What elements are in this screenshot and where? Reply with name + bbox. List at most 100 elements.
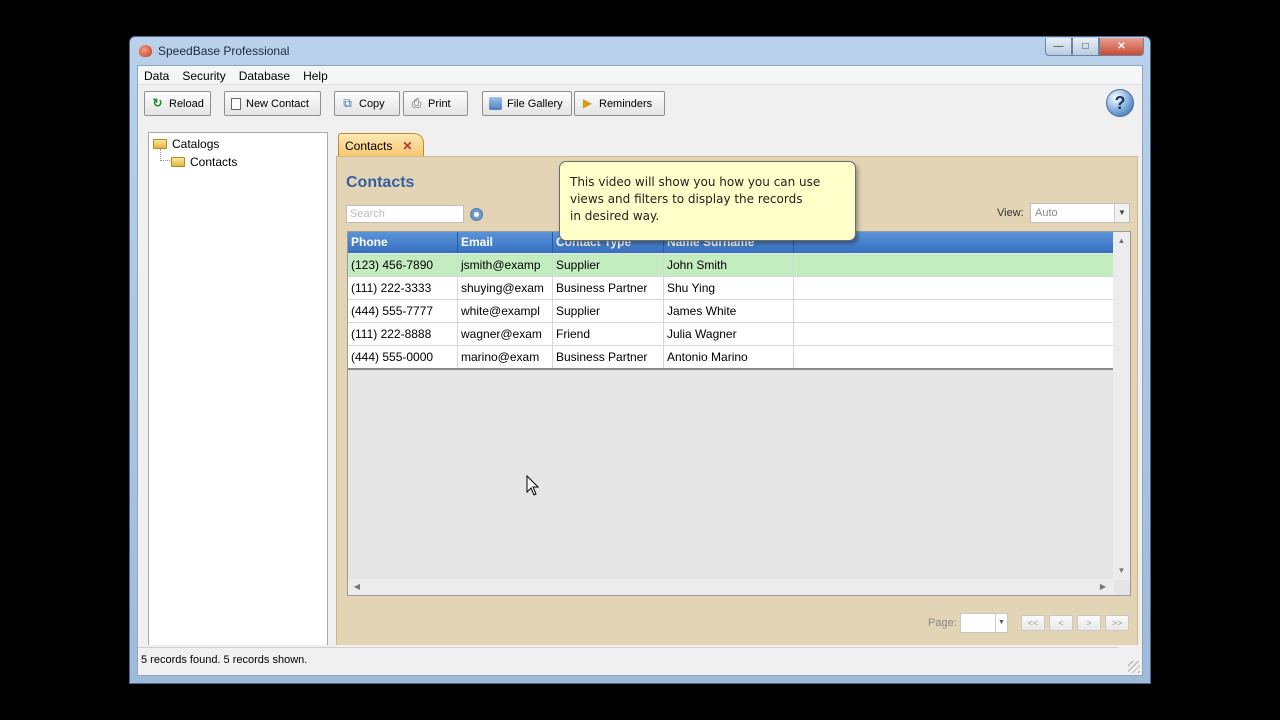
reminder-tag-icon: ▶ (582, 96, 593, 110)
cell-phone: (444) 555-7777 (348, 300, 458, 322)
tutorial-tooltip: This video will show you how you can use… (559, 161, 856, 241)
panel-title: Contacts (346, 174, 415, 191)
status-divider (138, 647, 1118, 648)
table-row[interactable]: (444) 555-7777 white@exampl Supplier Jam… (348, 300, 1114, 323)
minimize-button[interactable]: — (1045, 38, 1072, 56)
last-page-button[interactable]: >> (1105, 615, 1129, 631)
cell-email: shuying@exam (458, 277, 553, 299)
table-row[interactable]: (111) 222-3333 shuying@exam Business Par… (348, 277, 1114, 300)
cell-name: Antonio Marino (664, 346, 794, 368)
mouse-cursor-icon (526, 475, 540, 496)
column-header-phone[interactable]: Phone (348, 232, 458, 253)
copy-icon: ⧉ (343, 96, 352, 110)
tab-contacts[interactable]: Contacts ✕ (338, 133, 424, 158)
tooltip-line: in desired way. (570, 209, 660, 223)
cell-filler (794, 277, 1114, 299)
table-row[interactable]: (123) 456-7890 jsmith@examp Supplier Joh… (348, 254, 1114, 277)
folder-icon (153, 139, 167, 149)
cell-email: marino@exam (458, 346, 553, 368)
first-page-button[interactable]: << (1021, 615, 1045, 631)
contacts-grid: Phone Email Contact Type Name Surname (1… (347, 231, 1131, 596)
chevron-down-icon[interactable]: ▼ (995, 614, 1007, 632)
copy-button[interactable]: ⧉ Copy (334, 91, 400, 116)
file-gallery-button[interactable]: File Gallery (482, 91, 572, 116)
new-contact-button[interactable]: New Contact (224, 91, 321, 116)
tree-connector (160, 149, 170, 161)
cell-filler (794, 254, 1114, 276)
cell-name: Shu Ying (664, 277, 794, 299)
cell-contact-type: Friend (553, 323, 664, 345)
cell-contact-type: Supplier (553, 300, 664, 322)
page-select[interactable]: ▼ (960, 613, 1008, 633)
tree-item-contacts[interactable]: Contacts (171, 155, 237, 169)
help-icon[interactable]: ? (1106, 89, 1134, 117)
print-button[interactable]: ⎙ Print (403, 91, 468, 116)
table-row[interactable]: (444) 555-0000 marino@exam Business Part… (348, 346, 1114, 369)
menu-database[interactable]: Database (239, 66, 297, 84)
next-page-button[interactable]: > (1077, 615, 1101, 631)
vertical-scrollbar[interactable]: ▲ ▼ (1113, 232, 1130, 580)
reminders-label: Reminders (599, 97, 653, 110)
table-row[interactable]: (111) 222-8888 wagner@exam Friend Julia … (348, 323, 1114, 346)
maximize-icon: □ (1082, 41, 1089, 52)
app-icon (139, 45, 152, 57)
printer-icon: ⎙ (411, 96, 422, 110)
scroll-down-icon[interactable]: ▼ (1113, 564, 1130, 578)
window-controls: — □ ✕ (1045, 38, 1144, 56)
client-area: Data Security Database Help ↻ Reload New… (137, 65, 1143, 676)
tab-close-icon[interactable]: ✕ (402, 139, 412, 153)
cell-filler (794, 323, 1114, 345)
cell-phone: (444) 555-0000 (348, 346, 458, 368)
scroll-right-icon[interactable]: ▶ (1096, 579, 1110, 595)
tree-item-label: Catalogs (172, 137, 220, 151)
reload-button[interactable]: ↻ Reload (144, 91, 211, 116)
prev-page-button[interactable]: < (1049, 615, 1073, 631)
status-bar: 5 records found. 5 records shown. (138, 645, 1142, 675)
tooltip-line: views and filters to display the records (570, 192, 803, 206)
maximize-button[interactable]: □ (1072, 38, 1099, 56)
cell-phone: (111) 222-8888 (348, 323, 458, 345)
menu-data[interactable]: Data (144, 66, 176, 84)
tooltip-line: This video will show you how you can use (570, 175, 821, 189)
folder-icon (171, 157, 185, 167)
cell-email: wagner@exam (458, 323, 553, 345)
tree-item-label: Contacts (190, 155, 238, 169)
view-select[interactable]: Auto ▼ (1030, 203, 1130, 223)
new-contact-label: New Contact (246, 97, 309, 110)
cell-name: James White (664, 300, 794, 322)
search-icon[interactable] (470, 208, 483, 221)
app-window: SpeedBase Professional — □ ✕ Data Securi… (129, 36, 1151, 684)
view-value: Auto (1035, 207, 1058, 219)
search-input[interactable]: Search (346, 205, 464, 223)
horizontal-scrollbar[interactable]: ◀ ▶ (348, 579, 1114, 595)
cell-name: John Smith (664, 254, 794, 276)
scroll-left-icon[interactable]: ◀ (350, 579, 364, 595)
page-label: Page: (928, 617, 957, 629)
close-button[interactable]: ✕ (1099, 38, 1144, 56)
cell-name: Julia Wagner (664, 323, 794, 345)
copy-label: Copy (359, 97, 385, 110)
title-bar[interactable]: SpeedBase Professional — □ ✕ (130, 37, 1150, 65)
column-header-email[interactable]: Email (458, 232, 553, 253)
cell-phone: (111) 222-3333 (348, 277, 458, 299)
new-document-icon (231, 97, 241, 110)
reload-icon: ↻ (152, 96, 163, 110)
grid-divider (348, 368, 1114, 370)
cell-email: jsmith@examp (458, 254, 553, 276)
gallery-icon (489, 97, 502, 110)
chevron-down-icon[interactable]: ▼ (1114, 204, 1129, 222)
toolbar: ↻ Reload New Contact ⧉ Copy ⎙ Print File… (138, 86, 1142, 122)
menu-bar: Data Security Database Help (138, 66, 1142, 85)
reminders-button[interactable]: ▶ Reminders (574, 91, 665, 116)
catalog-tree: Catalogs Contacts (148, 132, 328, 647)
view-label: View: (997, 207, 1024, 219)
scroll-up-icon[interactable]: ▲ (1113, 234, 1130, 248)
cell-contact-type: Supplier (553, 254, 664, 276)
tab-label: Contacts (345, 139, 393, 153)
menu-help[interactable]: Help (303, 66, 335, 84)
cell-contact-type: Business Partner (553, 277, 664, 299)
menu-security[interactable]: Security (182, 66, 232, 84)
status-text: 5 records found. 5 records shown. (141, 654, 308, 666)
resize-grip-icon[interactable] (1128, 661, 1140, 673)
cell-email: white@exampl (458, 300, 553, 322)
